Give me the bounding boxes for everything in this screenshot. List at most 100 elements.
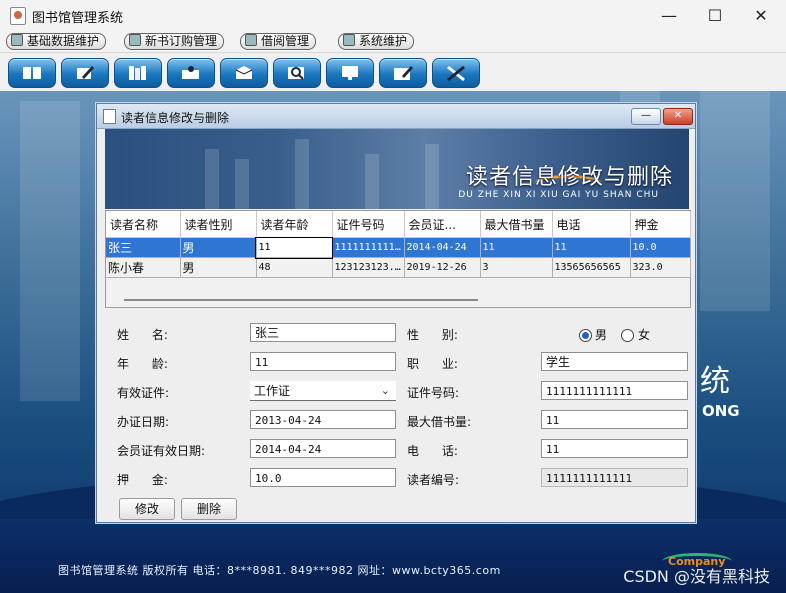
table-cell[interactable]: 13565656565 bbox=[552, 257, 631, 278]
pen-icon[interactable] bbox=[61, 58, 109, 88]
menu-system[interactable]: 系统维护 bbox=[338, 33, 415, 50]
table-row[interactable]: 张三 男 11 1111111111... 2014-04-24 11 11 1… bbox=[106, 236, 691, 259]
close-icon[interactable]: ✕ bbox=[663, 108, 693, 125]
window-titlebar: 图书馆管理系统 — ☐ ✕ bbox=[0, 0, 786, 30]
menu-borrow[interactable]: 借阅管理 bbox=[240, 33, 317, 50]
id-number-label: 证件号码: bbox=[407, 386, 460, 400]
column-header[interactable]: 最大借书量 bbox=[480, 211, 553, 238]
dialog-banner: 读者信息修改与删除 DU ZHE XIN XI XIU GAI YU SHAN … bbox=[105, 129, 689, 209]
deposit-label: 押 金: bbox=[117, 473, 168, 487]
dialog-titlebar: 读者信息修改与删除 — ✕ bbox=[97, 104, 695, 129]
max-books-field[interactable]: 11 bbox=[541, 410, 688, 429]
banner-title: 读者信息修改与删除 bbox=[465, 165, 673, 190]
shelf-decoration bbox=[235, 159, 249, 209]
reader-edit-dialog: 读者信息修改与删除 — ✕ 读者信息修改与删除 DU ZHE XIN XI XI… bbox=[96, 103, 696, 523]
edit-card-icon[interactable] bbox=[379, 58, 427, 88]
column-header[interactable]: 押金 bbox=[630, 211, 691, 238]
phone-field[interactable]: 11 bbox=[541, 439, 688, 458]
job-label: 职 业: bbox=[407, 357, 458, 371]
issue-date-field[interactable]: 2013-04-24 bbox=[250, 410, 396, 429]
menu-label: 新书订购管理 bbox=[145, 34, 218, 48]
banner-subtitle: DU ZHE XIN XI XIU GAI YU SHAN CHU bbox=[458, 190, 659, 200]
id-type-value: 工作证 bbox=[254, 384, 291, 398]
magnify-icon[interactable] bbox=[273, 58, 321, 88]
sex-female-radio[interactable] bbox=[621, 329, 634, 342]
shelf-decoration bbox=[365, 154, 379, 209]
column-header[interactable]: 电话 bbox=[552, 211, 631, 238]
sex-male-radio[interactable] bbox=[579, 329, 592, 342]
tools-icon[interactable] bbox=[432, 58, 480, 88]
reader-number-label: 读者编号: bbox=[407, 473, 460, 487]
job-field[interactable]: 学生 bbox=[541, 352, 688, 371]
table-cell-editing[interactable]: 11 bbox=[255, 236, 333, 259]
table-cell[interactable]: 323.0 bbox=[630, 257, 691, 278]
id-type-select[interactable]: 工作证 ⌄ bbox=[250, 381, 396, 401]
menu-label: 借阅管理 bbox=[261, 34, 310, 48]
column-header[interactable]: 读者年龄 bbox=[256, 211, 333, 238]
menu-basic-data[interactable]: 基础数据维护 bbox=[6, 33, 107, 50]
name-field[interactable]: 张三 bbox=[250, 323, 396, 342]
shelf-decoration bbox=[425, 144, 439, 209]
csdn-watermark: CSDN @没有黑科技 bbox=[623, 567, 770, 586]
reader-table[interactable]: 读者名称 读者性别 读者年龄 证件号码 会员证... 最大借书量 电话 押金 张… bbox=[105, 210, 691, 308]
table-cell[interactable]: 2019-12-26 bbox=[404, 257, 481, 278]
table-cell[interactable]: 张三 bbox=[106, 237, 181, 258]
sex-female-label: 女 bbox=[638, 328, 651, 342]
column-header[interactable]: 会员证... bbox=[404, 211, 481, 238]
footer-copyright: 图书馆管理系统 版权所有 电话：8***8981. 849***982 网址：w… bbox=[58, 564, 501, 577]
menu-new-book-order[interactable]: 新书订购管理 bbox=[124, 33, 225, 50]
age-label: 年 龄: bbox=[117, 357, 168, 371]
package-icon[interactable] bbox=[220, 58, 268, 88]
table-row[interactable]: 陈小春 男 48 123123123... 2019-12-26 3 13565… bbox=[106, 257, 691, 278]
book-icon[interactable] bbox=[8, 58, 56, 88]
phone-label: 电 话: bbox=[407, 444, 458, 458]
column-header[interactable]: 证件号码 bbox=[332, 211, 405, 238]
expiry-date-label: 会员证有效日期: bbox=[117, 444, 206, 458]
horizontal-scrollbar[interactable] bbox=[124, 299, 478, 301]
cart-icon bbox=[129, 34, 141, 46]
reader-table-grid: 读者名称 读者性别 读者年龄 证件号码 会员证... 最大借书量 电话 押金 张… bbox=[106, 211, 691, 278]
shelf-decoration bbox=[205, 149, 219, 209]
name-label: 姓 名: bbox=[117, 328, 168, 342]
checkout-icon[interactable] bbox=[167, 58, 215, 88]
books-icon[interactable] bbox=[114, 58, 162, 88]
deposit-field[interactable]: 10.0 bbox=[250, 468, 396, 487]
table-cell[interactable]: 2014-04-24 bbox=[404, 237, 481, 258]
id-number-field[interactable]: 1111111111111 bbox=[541, 381, 688, 400]
max-books-label: 最大借书量: bbox=[407, 415, 472, 429]
table-cell[interactable]: 123123123... bbox=[332, 257, 405, 278]
table-cell[interactable]: 陈小春 bbox=[106, 257, 181, 278]
table-header-row: 读者名称 读者性别 读者年龄 证件号码 会员证... 最大借书量 电话 押金 bbox=[106, 211, 691, 238]
age-field[interactable]: 11 bbox=[250, 352, 396, 371]
column-header[interactable]: 读者性别 bbox=[180, 211, 257, 238]
close-icon[interactable]: ✕ bbox=[738, 0, 784, 30]
table-cell[interactable]: 1111111111... bbox=[332, 237, 405, 258]
maximize-icon[interactable]: ☐ bbox=[692, 0, 738, 30]
minimize-icon[interactable]: — bbox=[646, 0, 692, 30]
table-cell[interactable]: 3 bbox=[480, 257, 553, 278]
delete-button[interactable]: 删除 bbox=[181, 498, 237, 520]
java-app-icon bbox=[103, 109, 116, 124]
monitor-icon[interactable] bbox=[326, 58, 374, 88]
table-cell[interactable]: 48 bbox=[256, 257, 333, 278]
sex-male-label: 男 bbox=[595, 328, 608, 342]
menu-label: 系统维护 bbox=[359, 34, 408, 48]
background-title-char: 统 bbox=[700, 364, 730, 399]
shelf-decoration bbox=[295, 139, 309, 209]
table-cell[interactable]: 11 bbox=[480, 237, 553, 258]
table-cell[interactable]: 10.0 bbox=[630, 237, 691, 258]
column-header[interactable]: 读者名称 bbox=[106, 211, 181, 238]
id-type-label: 有效证件: bbox=[117, 386, 170, 400]
table-cell[interactable]: 男 bbox=[180, 257, 257, 278]
menubar: 基础数据维护 新书订购管理 借阅管理 系统维护 bbox=[0, 30, 786, 52]
reader-number-field: 1111111111111 bbox=[541, 468, 688, 487]
table-cell[interactable]: 11 bbox=[552, 237, 631, 258]
gear-icon bbox=[343, 34, 355, 46]
background-title-en: ONG bbox=[702, 402, 740, 420]
minimize-icon[interactable]: — bbox=[631, 108, 661, 125]
java-app-icon bbox=[10, 7, 26, 25]
modify-button[interactable]: 修改 bbox=[119, 498, 175, 520]
expiry-date-field[interactable]: 2014-04-24 bbox=[250, 439, 396, 458]
table-cell[interactable]: 男 bbox=[180, 237, 257, 258]
shelf-decoration bbox=[20, 101, 80, 401]
